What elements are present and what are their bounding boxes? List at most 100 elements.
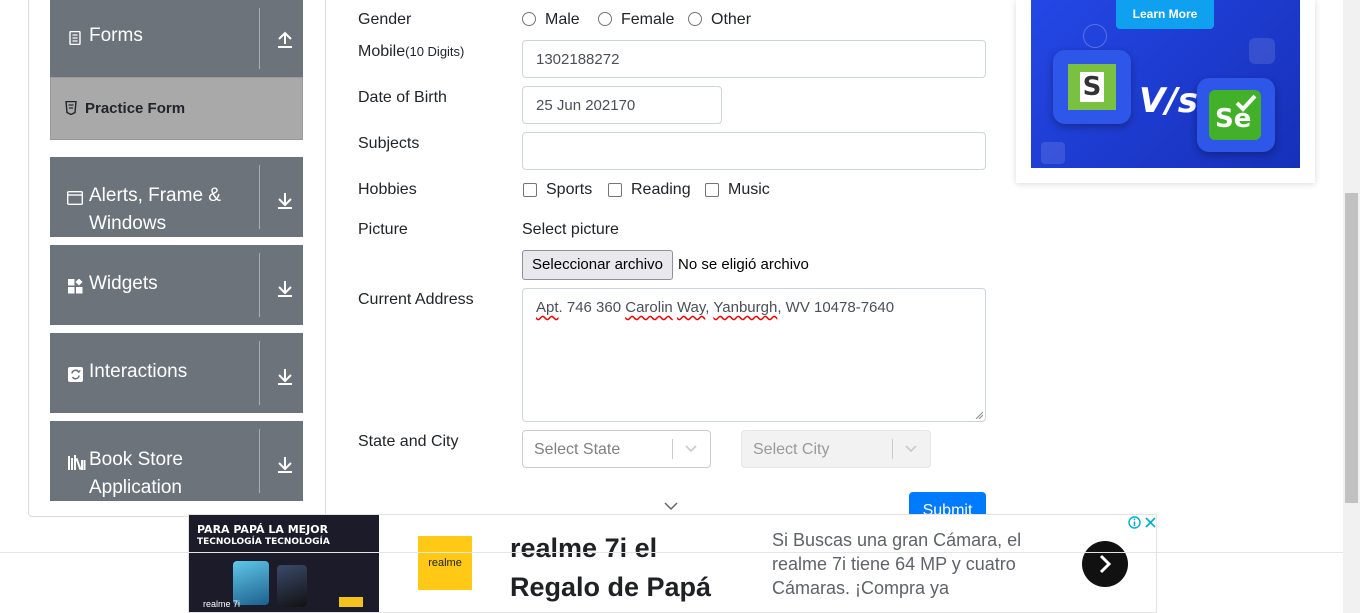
picture-label: Picture (358, 221, 408, 238)
ad-title-line1[interactable]: realme 7i el (510, 528, 657, 568)
scrollbar-thumb[interactable] (1345, 193, 1358, 503)
address-text: Apt. 746 360 Carolin Way, Yanburgh, WV 1… (536, 299, 894, 316)
address-part: , WV 10478-7640 (777, 299, 895, 316)
ad-image-subheadline: TECNOLOGÍA TECNOLOGÍA (197, 537, 330, 547)
phone-image (277, 565, 307, 607)
chevron-down-icon[interactable] (904, 442, 918, 456)
katalon-logo-tile: S (1053, 50, 1131, 124)
learn-more-button[interactable]: Learn More (1116, 0, 1214, 29)
divider (892, 439, 893, 459)
decor-code-icon (1249, 38, 1275, 64)
sidebar-item-label: Practice Form (85, 100, 186, 117)
ad-image-brand: realme 7i (203, 599, 241, 609)
ad-description: Si Buscas una gran Cámara, el realme 7i … (772, 530, 1022, 598)
katalon-logo-icon: S (1068, 64, 1116, 110)
info-icon[interactable] (1128, 516, 1141, 529)
hobby-checkbox-music[interactable] (705, 183, 719, 197)
mobile-label: Mobile(10 Digits) (358, 43, 464, 61)
dob-input[interactable]: 25 Jun 202170 (522, 86, 722, 124)
chevron-down-icon[interactable] (664, 501, 678, 511)
selenium-logo-tile: Se (1197, 78, 1275, 152)
mobile-input[interactable]: 1302188272 (522, 40, 986, 78)
download-arrow-icon[interactable] (275, 366, 295, 386)
mobile-hint: (10 Digits) (405, 44, 465, 59)
resize-handle-icon[interactable] (975, 411, 983, 419)
picture-prompt: Select picture (522, 221, 619, 238)
chevron-down-icon[interactable] (684, 442, 698, 456)
state-placeholder: Select State (534, 441, 621, 458)
close-icon[interactable] (1144, 516, 1157, 529)
realme-logo: realme (418, 536, 472, 590)
hobby-option-label[interactable]: Music (728, 181, 770, 199)
divider (259, 429, 260, 493)
gender-radio-female[interactable] (598, 12, 612, 26)
download-arrow-icon[interactable] (275, 454, 295, 474)
selenium-logo-icon: Se (1209, 90, 1261, 140)
versus-glyph: V/s (1139, 81, 1198, 121)
sidebar-group-label: Widgets (89, 273, 158, 294)
sidebar-group-label: Interactions (89, 361, 188, 382)
upload-arrow-icon[interactable] (275, 30, 295, 50)
decor-clock-icon (1083, 24, 1107, 48)
ad-choices[interactable] (1128, 515, 1157, 530)
divider (259, 8, 260, 69)
chevron-right-icon (1099, 554, 1112, 574)
gender-radio-other[interactable] (688, 12, 702, 26)
sidebar-group-interactions[interactable]: Interactions (50, 333, 303, 413)
books-icon (67, 454, 87, 470)
address-part: . 746 360 (558, 299, 626, 316)
divider (672, 439, 673, 459)
sidebar-group-alerts[interactable]: Alerts, Frame & Windows (50, 157, 303, 237)
sidebar-item-practice-form[interactable]: Practice Form (50, 77, 303, 140)
footer-divider (0, 552, 1343, 553)
divider (259, 341, 260, 405)
ad-title-line2[interactable]: Regalo de Papá (510, 567, 711, 607)
address-part: Way (676, 299, 706, 316)
hobby-checkbox-sports[interactable] (523, 183, 537, 197)
address-part: Carolin (625, 299, 673, 316)
sidebar-group-label: Book Store (89, 449, 183, 470)
hobbies-label: Hobbies (358, 181, 417, 198)
gender-option-label[interactable]: Male (545, 11, 580, 29)
city-select[interactable]: Select City (741, 430, 931, 468)
address-textarea[interactable]: Apt. 746 360 Carolin Way, Yanburgh, WV 1… (522, 288, 986, 422)
widgets-icon (67, 278, 83, 294)
sidebar-group-label: Forms (89, 25, 143, 46)
mobile-label-text: Mobile (358, 43, 406, 60)
sidebar-group-label-line2: Application (89, 477, 182, 498)
interaction-icon (67, 366, 83, 382)
sidebar-group-label-line2: Windows (89, 213, 167, 234)
window-icon (67, 190, 83, 206)
file-choose-button[interactable]: Seleccionar archivo (522, 250, 673, 280)
sidebar-group-forms[interactable]: Forms (50, 0, 303, 77)
ad-image-headline: PARA PAPÁ LA MEJOR (197, 523, 329, 536)
city-placeholder: Select City (753, 441, 830, 458)
address-part: Yanburgh (713, 299, 778, 316)
hobby-option-label[interactable]: Sports (546, 181, 592, 199)
download-arrow-icon[interactable] (275, 190, 295, 210)
subjects-input[interactable] (522, 132, 986, 170)
gender-radio-male[interactable] (522, 12, 536, 26)
ad-next-button[interactable] (1082, 541, 1128, 587)
state-select[interactable]: Select State (522, 430, 711, 468)
state-city-label: State and City (358, 433, 459, 450)
gender-option-label[interactable]: Female (621, 11, 674, 29)
hobby-option-label[interactable]: Reading (631, 181, 691, 199)
bottom-ad-banner[interactable]: PARA PAPÁ LA MEJOR TECNOLOGÍA TECNOLOGÍA… (188, 514, 1157, 613)
gender-option-label[interactable]: Other (711, 11, 751, 29)
sidebar-group-widgets[interactable]: Widgets (50, 245, 303, 325)
dob-label: Date of Birth (358, 89, 447, 106)
decor-browser-icon (1041, 142, 1065, 164)
address-label: Current Address (358, 291, 474, 308)
document-icon (67, 30, 83, 46)
hobby-checkbox-reading[interactable] (608, 183, 622, 197)
address-part: Apt (536, 299, 559, 316)
file-status-text: No se eligió archivo (678, 256, 809, 273)
html5-icon (65, 100, 77, 120)
banner-ad-image[interactable]: Learn More S V/s Se (1031, 0, 1300, 168)
divider (259, 165, 260, 229)
divider (259, 253, 260, 317)
subjects-label: Subjects (358, 135, 420, 152)
download-arrow-icon[interactable] (275, 278, 295, 298)
sidebar-group-bookstore[interactable]: Book Store Application (50, 421, 303, 501)
